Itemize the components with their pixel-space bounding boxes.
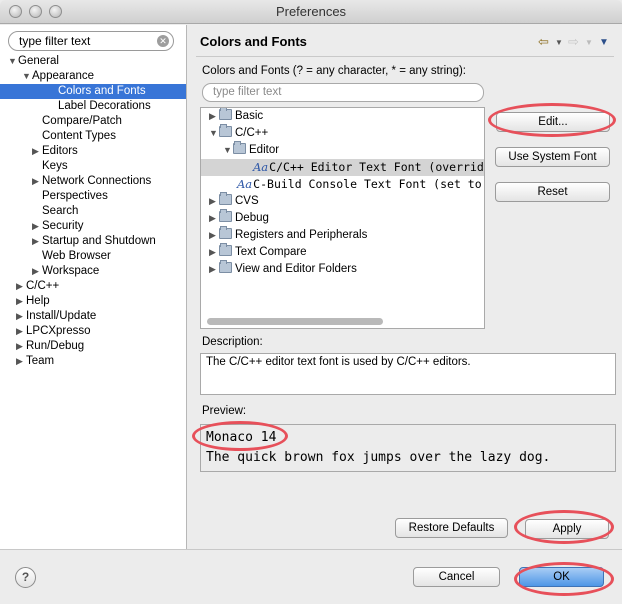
font-filter-placeholder: type filter text xyxy=(213,86,282,98)
description-text: The C/C++ editor text font is used by C/… xyxy=(206,356,471,368)
back-arrow-icon[interactable]: ⇦ xyxy=(538,34,549,50)
expanded-triangle-icon[interactable]: ▼ xyxy=(22,69,32,84)
nav-item-workspace[interactable]: ▶ Workspace xyxy=(0,264,186,279)
collapsed-triangle-icon[interactable]: ▶ xyxy=(209,244,219,261)
window-titlebar: Preferences xyxy=(0,0,622,24)
description-label: Description: xyxy=(202,336,263,348)
cancel-button[interactable]: Cancel xyxy=(413,567,500,587)
collapsed-triangle-icon[interactable]: ▶ xyxy=(32,264,42,279)
filter-hint-label: Colors and Fonts (? = any character, * =… xyxy=(202,65,466,77)
folder-icon xyxy=(219,108,232,120)
font-icon: Aa xyxy=(253,160,269,174)
collapsed-triangle-icon[interactable]: ▶ xyxy=(32,219,42,234)
folder-icon xyxy=(219,124,232,137)
nav-item-security[interactable]: ▶ Security xyxy=(0,219,186,234)
preferences-page: Colors and Fonts ⇦ ▼ ⇨ ▼ ▼ Colors and Fo… xyxy=(188,25,622,549)
preview-sample-text: The quick brown fox jumps over the lazy … xyxy=(206,450,551,465)
menu-dropdown-icon[interactable]: ▼ xyxy=(599,37,609,48)
collapsed-triangle-icon[interactable]: ▶ xyxy=(16,339,26,354)
tree-item-cbuild-console-font[interactable]: AaC-Build Console Text Font (set to xyxy=(201,176,484,193)
collapsed-triangle-icon[interactable]: ▶ xyxy=(32,174,42,189)
collapsed-triangle-icon[interactable]: ▶ xyxy=(16,279,26,294)
nav-item-appearance[interactable]: ▼Appearance xyxy=(0,69,186,84)
collapsed-triangle-icon[interactable]: ▶ xyxy=(16,294,26,309)
nav-item-web-browser[interactable]: Web Browser xyxy=(0,249,186,264)
header-divider xyxy=(196,56,614,57)
collapsed-triangle-icon[interactable]: ▶ xyxy=(209,227,219,244)
nav-item-lpcxpresso[interactable]: ▶ LPCXpresso xyxy=(0,324,186,339)
nav-item-c-cpp[interactable]: ▶ C/C++ xyxy=(0,279,186,294)
tree-item-text-compare[interactable]: ▶ Text Compare xyxy=(201,243,484,261)
collapsed-triangle-icon[interactable]: ▶ xyxy=(32,234,42,249)
nav-item-general[interactable]: ▼General xyxy=(0,54,186,69)
nav-item-team[interactable]: ▶ Team xyxy=(0,354,186,369)
annotation-ring-preview xyxy=(192,421,288,451)
restore-defaults-button[interactable]: Restore Defaults xyxy=(395,518,508,538)
annotation-ring-ok xyxy=(514,562,614,596)
nav-item-run-debug[interactable]: ▶ Run/Debug xyxy=(0,339,186,354)
nav-item-keys[interactable]: Keys xyxy=(0,159,186,174)
nav-item-install-update[interactable]: ▶ Install/Update xyxy=(0,309,186,324)
folder-icon xyxy=(219,192,232,205)
nav-item-editors[interactable]: ▶ Editors xyxy=(0,144,186,159)
expanded-triangle-icon[interactable]: ▼ xyxy=(8,54,18,69)
folder-icon xyxy=(233,141,246,154)
nav-item-compare-patch[interactable]: Compare/Patch xyxy=(0,114,186,129)
window-title: Preferences xyxy=(275,4,347,19)
expanded-triangle-icon[interactable]: ▼ xyxy=(223,142,233,159)
nav-item-content-types[interactable]: Content Types xyxy=(0,129,186,144)
nav-item-colors-and-fonts[interactable]: Colors and Fonts xyxy=(0,84,186,99)
folder-icon xyxy=(219,226,232,239)
page-title: Colors and Fonts xyxy=(200,34,307,49)
clear-search-icon[interactable]: ✕ xyxy=(157,35,169,47)
expanded-triangle-icon[interactable]: ▼ xyxy=(209,125,219,142)
help-icon[interactable]: ? xyxy=(15,567,36,588)
tree-item-view-editor-folders[interactable]: ▶ View and Editor Folders xyxy=(201,260,484,278)
folder-icon xyxy=(219,243,232,256)
nav-item-startup-and-shutdown[interactable]: ▶ Startup and Shutdown xyxy=(0,234,186,249)
collapsed-triangle-icon[interactable]: ▶ xyxy=(16,354,26,369)
collapsed-triangle-icon[interactable]: ▶ xyxy=(209,210,219,227)
preview-label: Preview: xyxy=(202,405,247,417)
tree-item-registers-peripherals[interactable]: ▶ Registers and Peripherals xyxy=(201,226,484,244)
collapsed-triangle-icon[interactable]: ▶ xyxy=(32,144,42,159)
collapsed-triangle-icon[interactable]: ▶ xyxy=(209,261,219,278)
font-icon: Aa xyxy=(237,177,253,191)
back-dropdown-icon[interactable]: ▼ xyxy=(555,38,563,47)
nav-item-help[interactable]: ▶ Help xyxy=(0,294,186,309)
nav-filter-text: type filter text xyxy=(19,34,91,48)
forward-dropdown-icon[interactable]: ▼ xyxy=(585,38,593,47)
collapsed-triangle-icon[interactable]: ▶ xyxy=(209,193,219,210)
collapsed-triangle-icon[interactable]: ▶ xyxy=(16,309,26,324)
collapsed-triangle-icon[interactable]: ▶ xyxy=(209,108,219,125)
tree-item-c-cpp[interactable]: ▼ C/C++ xyxy=(201,124,484,142)
colors-fonts-tree[interactable]: ▶ Basic ▼ C/C++ ▼ Editor AaC/C++ Editor Tex… xyxy=(200,107,485,329)
tree-item-editor[interactable]: ▼ Editor xyxy=(201,141,484,159)
horizontal-scrollbar[interactable] xyxy=(207,318,383,325)
nav-item-network-connections[interactable]: ▶ Network Connections xyxy=(0,174,186,189)
preferences-nav-pane: type filter text ✕ ▼General ▼Appearance … xyxy=(0,25,187,549)
annotation-ring-edit xyxy=(488,103,616,137)
annotation-ring-apply xyxy=(514,510,614,544)
folder-icon xyxy=(219,260,232,273)
tree-item-basic[interactable]: ▶ Basic xyxy=(201,108,484,125)
nav-item-perspectives[interactable]: Perspectives xyxy=(0,189,186,204)
reset-button[interactable]: Reset xyxy=(495,182,610,202)
nav-filter-input[interactable]: type filter text ✕ xyxy=(8,31,174,51)
forward-arrow-icon[interactable]: ⇨ xyxy=(568,34,579,50)
collapsed-triangle-icon[interactable]: ▶ xyxy=(16,324,26,339)
use-system-font-button[interactable]: Use System Font xyxy=(495,147,610,167)
nav-item-label-decorations[interactable]: Label Decorations xyxy=(0,99,186,114)
tree-item-cvs[interactable]: ▶ CVS xyxy=(201,192,484,210)
description-box: The C/C++ editor text font is used by C/… xyxy=(200,353,616,395)
tree-item-cpp-editor-text-font[interactable]: AaC/C++ Editor Text Font (overrid xyxy=(201,159,484,176)
nav-item-search[interactable]: Search xyxy=(0,204,186,219)
dialog-footer: ? Cancel OK xyxy=(0,549,622,604)
font-filter-input[interactable]: type filter text xyxy=(202,83,484,102)
tree-item-debug[interactable]: ▶ Debug xyxy=(201,209,484,227)
folder-icon xyxy=(219,209,232,222)
